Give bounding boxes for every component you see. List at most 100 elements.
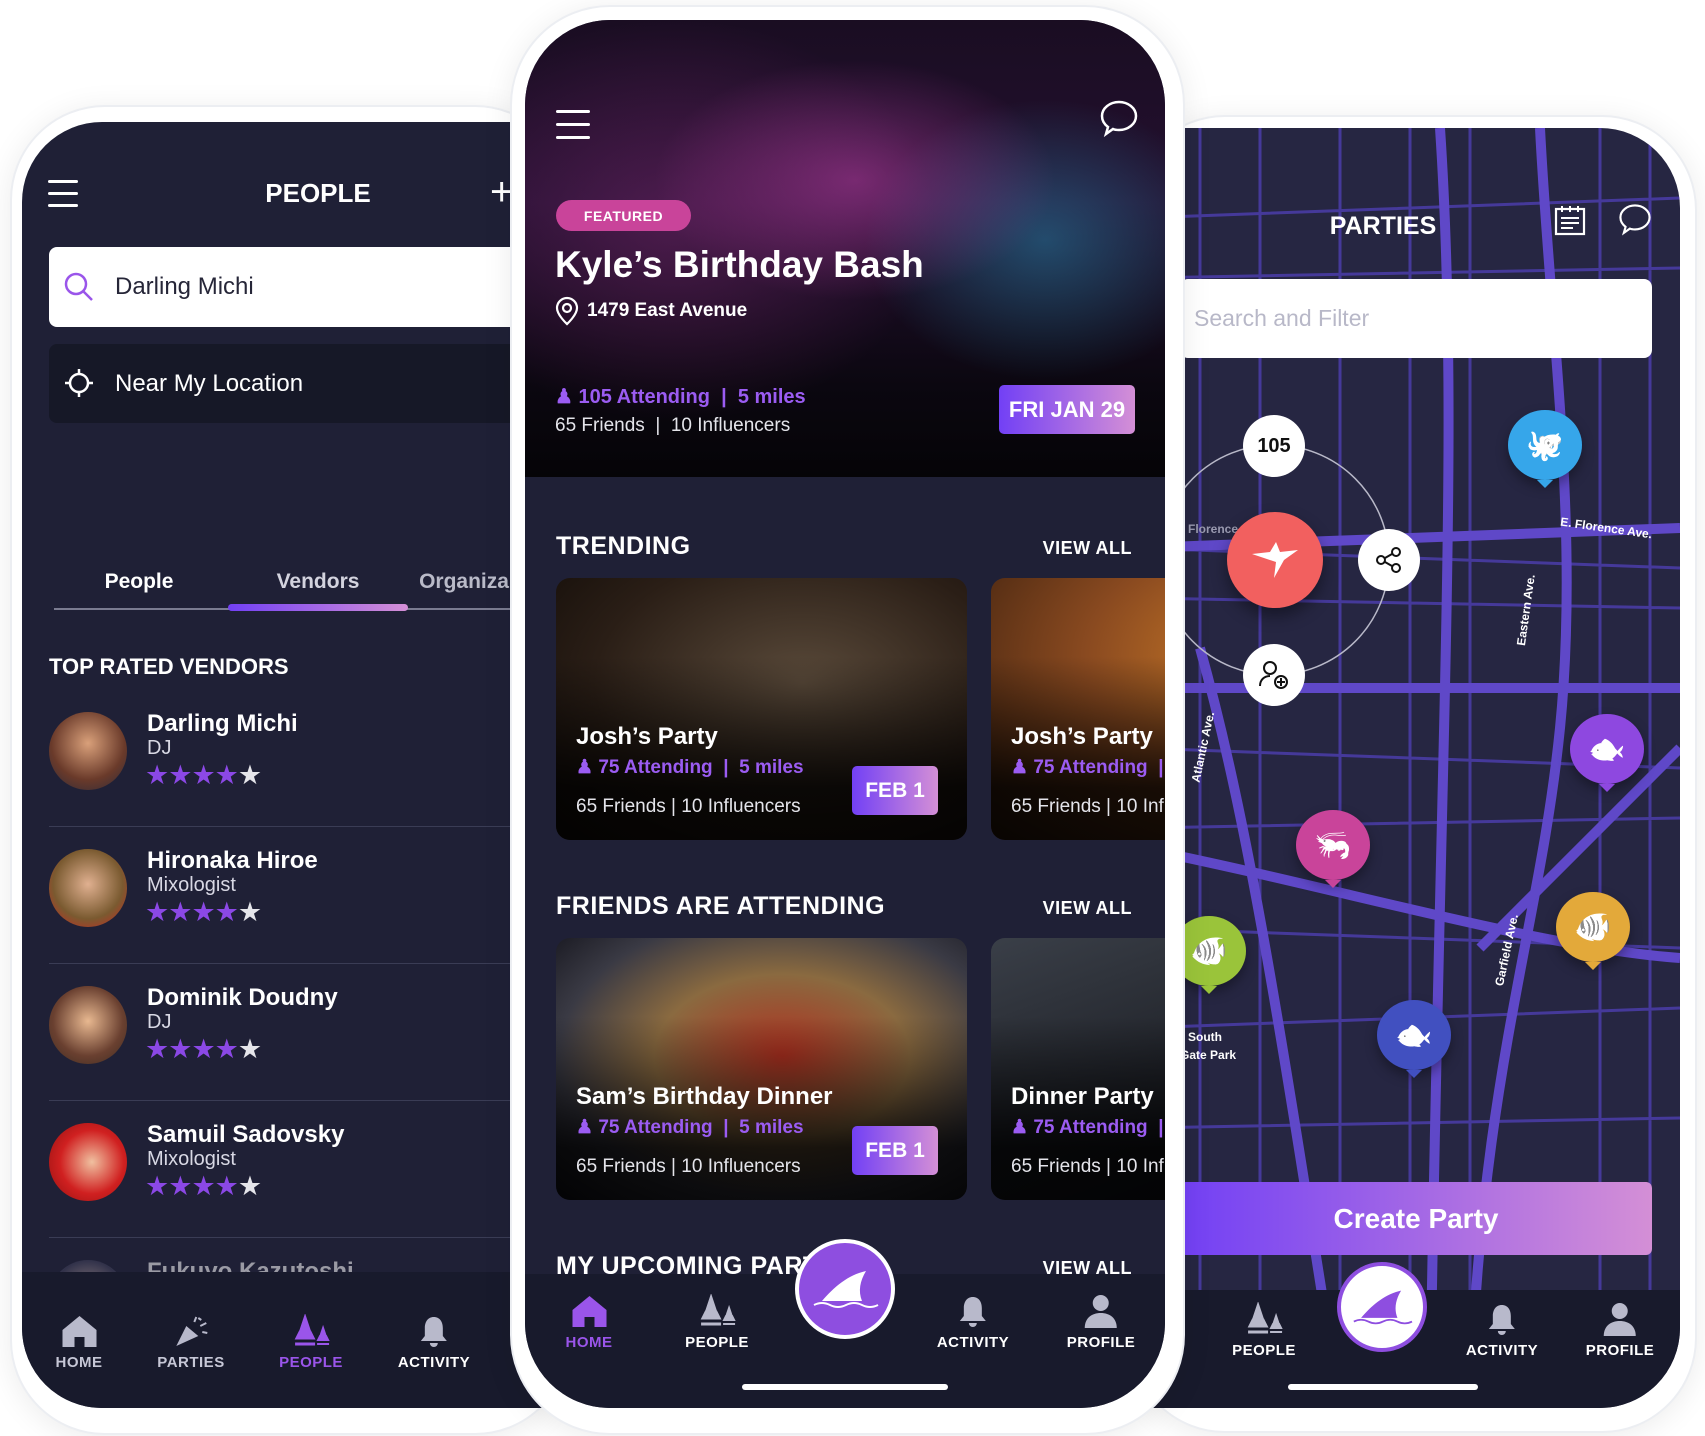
vendor-row[interactable]: Hironaka Hiroe Mixologist ★★★★★ <box>49 827 562 964</box>
nav-people[interactable]: PEOPLE <box>1232 1302 1296 1359</box>
rating-stars: ★★★★★ <box>145 760 262 791</box>
card-title: Josh’s Party <box>1011 723 1153 750</box>
party-map-pin[interactable]: 🐟 <box>1570 714 1644 792</box>
card-friends: 65 Friends | 10 Inf <box>1011 796 1164 817</box>
star-icon: ★ <box>168 1034 192 1064</box>
party-map-pin[interactable]: 🐙 <box>1508 410 1582 488</box>
avatar <box>49 986 127 1064</box>
star-icon: ★ <box>168 1171 192 1201</box>
street-label: South <box>1188 1030 1222 1044</box>
parties-screen: E. Florence Ave. Eastern Ave. Atlantic A… <box>1140 128 1680 1408</box>
create-party-button[interactable]: Create Party <box>1180 1182 1652 1255</box>
card-date-button[interactable]: FEB 1 <box>852 1126 938 1175</box>
chat-icon[interactable] <box>1098 98 1140 140</box>
star-icon: ★ <box>168 760 192 790</box>
home-icon <box>62 1316 96 1347</box>
nav-people[interactable]: PEOPLE <box>279 1314 343 1371</box>
menu-icon[interactable] <box>48 180 78 216</box>
friends-card[interactable]: Sam’s Birthday Dinner ♟ 75 Attending | 5… <box>556 938 967 1200</box>
bottom-nav: PEOPLE ACTIVITY PROFILE <box>1140 1262 1680 1408</box>
invite-button[interactable] <box>1243 644 1305 706</box>
nav-parties[interactable]: PARTIES <box>157 1314 224 1371</box>
nav-activity[interactable]: ACTIVITY <box>398 1314 470 1371</box>
card-friends: 65 Friends | 10 Inf <box>1011 1156 1164 1177</box>
shark-fin-icon <box>1353 1290 1413 1325</box>
star-icon: ★ <box>214 897 239 927</box>
card-title: Sam’s Birthday Dinner <box>576 1083 833 1110</box>
vendor-name: Hironaka Hiroe <box>147 847 318 874</box>
star-icon: ★ <box>237 1171 262 1201</box>
friends-card[interactable]: Dinner Party ♟ 75 Attending | 65 Friends… <box>991 938 1165 1200</box>
view-all-friends[interactable]: VIEW ALL <box>1043 898 1132 919</box>
search-filter-input[interactable]: Search and Filter <box>1180 279 1652 358</box>
center-action-button[interactable] <box>795 1239 895 1339</box>
nav-people[interactable]: PEOPLE <box>685 1294 749 1351</box>
star-icon: ★ <box>145 1034 169 1064</box>
calendar-icon[interactable] <box>1554 204 1586 236</box>
people-icon <box>294 1314 330 1346</box>
fish-icon: 🐠 <box>1574 910 1612 944</box>
location-filter[interactable]: Near My Location <box>49 344 562 423</box>
card-friends: 65 Friends | 10 Influencers <box>576 1156 801 1177</box>
center-action-button[interactable] <box>1337 1262 1427 1352</box>
menu-icon[interactable] <box>556 110 590 148</box>
trending-card[interactable]: Josh’s Party ♟ 75 Attending | 65 Friends… <box>991 578 1165 840</box>
location-pin-icon <box>555 296 579 326</box>
nav-profile[interactable]: PROFILE <box>1586 1302 1655 1359</box>
rating-stars: ★★★★★ <box>145 1034 262 1065</box>
star-icon: ★ <box>191 1171 215 1201</box>
page-title: PEOPLE <box>265 178 371 208</box>
vendor-row[interactable]: Dominik Doudny DJ ★★★★★ <box>49 964 562 1101</box>
section-title: TOP RATED VENDORS <box>49 654 289 679</box>
star-icon: ★ <box>237 1034 262 1064</box>
attendee-count-bubble[interactable]: 105 <box>1243 415 1305 477</box>
share-button[interactable] <box>1358 529 1420 591</box>
star-icon: ★ <box>214 760 239 790</box>
bell-icon <box>1489 1305 1515 1335</box>
trending-card[interactable]: Josh’s Party ♟ 75 Attending | 5 miles 65… <box>556 578 967 840</box>
vendor-row[interactable]: Darling Michi DJ ★★★★★ <box>49 690 562 827</box>
bottom-nav: HOME PEOPLE ACTIVITY PROFILE <box>525 1239 1165 1408</box>
nav-activity[interactable]: ACTIVITY <box>937 1294 1009 1351</box>
tab-people[interactable]: People <box>105 570 174 594</box>
bottom-nav: HOME PARTIES PEOPLE ACTIVITY <box>22 1272 562 1408</box>
nav-home[interactable]: HOME <box>56 1314 103 1371</box>
featured-date-button[interactable]: FRI JAN 29 <box>999 385 1135 434</box>
home-indicator <box>1288 1384 1478 1390</box>
party-map-pin[interactable]: 🐟 <box>1377 1000 1451 1078</box>
chat-icon[interactable] <box>1616 202 1654 238</box>
star-icon: ★ <box>191 897 215 927</box>
nav-home[interactable]: HOME <box>566 1294 613 1351</box>
card-attendance: ♟ 75 Attending | <box>1011 757 1164 778</box>
nav-profile[interactable]: PROFILE <box>1067 1294 1136 1351</box>
party-map-pin[interactable]: 🐠 <box>1556 892 1630 970</box>
bell-icon <box>421 1317 447 1347</box>
home-icon <box>572 1296 606 1327</box>
search-input[interactable]: Darling Michi <box>49 247 562 327</box>
rating-stars: ★★★★★ <box>145 1171 262 1202</box>
street-label: Gate Park <box>1180 1048 1237 1062</box>
view-all-trending[interactable]: VIEW ALL <box>1043 538 1132 559</box>
rating-stars: ★★★★★ <box>145 897 262 928</box>
card-attendance: ♟ 75 Attending | 5 miles <box>576 757 804 778</box>
featured-title[interactable]: Kyle’s Birthday Bash <box>555 244 924 286</box>
add-person-icon <box>1259 661 1288 689</box>
nav-activity[interactable]: ACTIVITY <box>1466 1302 1538 1359</box>
featured-badge: FEATURED <box>556 200 691 231</box>
shark-fin-icon <box>813 1271 879 1308</box>
tab-organizations[interactable]: Organiza <box>419 570 509 594</box>
avatar <box>49 712 127 790</box>
people-screen: PEOPLE + Darling Michi Near My Location … <box>22 122 562 1408</box>
street-label: Florence <box>1188 522 1239 536</box>
home-screen: FEATURED Kyle’s Birthday Bash 1479 East … <box>525 20 1165 1408</box>
vendor-row[interactable]: Samuil Sadovsky Mixologist ★★★★★ <box>49 1101 562 1238</box>
star-icon: ★ <box>145 897 169 927</box>
party-map-pin[interactable]: 🦐 <box>1296 810 1370 888</box>
octopus-icon: 🐙 <box>1526 428 1564 462</box>
bell-icon <box>960 1297 986 1327</box>
featured-attendance: ♟ 105 Attending | 5 miles <box>555 386 806 408</box>
tab-vendors[interactable]: Vendors <box>277 570 360 594</box>
card-title: Dinner Party <box>1011 1083 1154 1110</box>
card-date-button[interactable]: FEB 1 <box>852 766 938 815</box>
selected-party-marker[interactable] <box>1227 512 1323 608</box>
